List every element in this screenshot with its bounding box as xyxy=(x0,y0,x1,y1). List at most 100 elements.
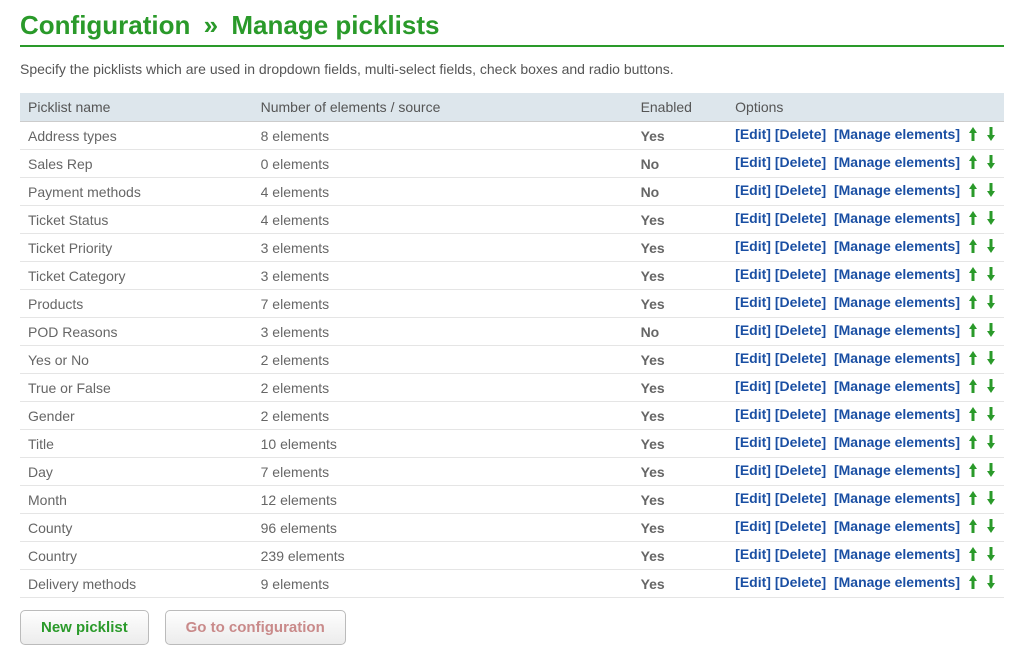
manage-elements-link[interactable]: [Manage elements] xyxy=(834,546,960,562)
move-up-icon[interactable] xyxy=(968,518,978,537)
cell-name: Ticket Status xyxy=(20,206,253,234)
cell-options: [Edit] [Delete] [Manage elements] xyxy=(727,262,1004,290)
move-up-icon[interactable] xyxy=(968,126,978,145)
delete-link[interactable]: [Delete] xyxy=(775,574,826,590)
edit-link[interactable]: [Edit] xyxy=(735,350,771,366)
edit-link[interactable]: [Edit] xyxy=(735,462,771,478)
move-up-icon[interactable] xyxy=(968,154,978,173)
delete-link[interactable]: [Delete] xyxy=(775,490,826,506)
manage-elements-link[interactable]: [Manage elements] xyxy=(834,518,960,534)
cell-options: [Edit] [Delete] [Manage elements] xyxy=(727,486,1004,514)
manage-elements-link[interactable]: [Manage elements] xyxy=(834,490,960,506)
edit-link[interactable]: [Edit] xyxy=(735,266,771,282)
table-row: Ticket Category3 elementsYes[Edit] [Dele… xyxy=(20,262,1004,290)
delete-link[interactable]: [Delete] xyxy=(775,518,826,534)
manage-elements-link[interactable]: [Manage elements] xyxy=(834,406,960,422)
cell-enabled: Yes xyxy=(633,514,728,542)
manage-elements-link[interactable]: [Manage elements] xyxy=(834,574,960,590)
manage-elements-link[interactable]: [Manage elements] xyxy=(834,350,960,366)
edit-link[interactable]: [Edit] xyxy=(735,182,771,198)
delete-link[interactable]: [Delete] xyxy=(775,546,826,562)
edit-link[interactable]: [Edit] xyxy=(735,406,771,422)
move-down-icon[interactable] xyxy=(986,322,996,341)
manage-elements-link[interactable]: [Manage elements] xyxy=(834,462,960,478)
delete-link[interactable]: [Delete] xyxy=(775,266,826,282)
move-up-icon[interactable] xyxy=(968,546,978,565)
edit-link[interactable]: [Edit] xyxy=(735,322,771,338)
move-down-icon[interactable] xyxy=(986,210,996,229)
manage-elements-link[interactable]: [Manage elements] xyxy=(834,154,960,170)
edit-link[interactable]: [Edit] xyxy=(735,434,771,450)
edit-link[interactable]: [Edit] xyxy=(735,574,771,590)
move-up-icon[interactable] xyxy=(968,462,978,481)
move-down-icon[interactable] xyxy=(986,546,996,565)
move-down-icon[interactable] xyxy=(986,266,996,285)
manage-elements-link[interactable]: [Manage elements] xyxy=(834,266,960,282)
move-down-icon[interactable] xyxy=(986,574,996,593)
cell-options: [Edit] [Delete] [Manage elements] xyxy=(727,290,1004,318)
move-down-icon[interactable] xyxy=(986,350,996,369)
breadcrumb-configuration[interactable]: Configuration xyxy=(20,10,190,40)
move-down-icon[interactable] xyxy=(986,518,996,537)
move-up-icon[interactable] xyxy=(968,574,978,593)
delete-link[interactable]: [Delete] xyxy=(775,126,826,142)
intro-text: Specify the picklists which are used in … xyxy=(20,61,1004,77)
delete-link[interactable]: [Delete] xyxy=(775,238,826,254)
move-up-icon[interactable] xyxy=(968,266,978,285)
delete-link[interactable]: [Delete] xyxy=(775,154,826,170)
cell-name: County xyxy=(20,514,253,542)
go-to-configuration-button[interactable]: Go to configuration xyxy=(165,610,346,645)
manage-elements-link[interactable]: [Manage elements] xyxy=(834,294,960,310)
move-down-icon[interactable] xyxy=(986,490,996,509)
manage-elements-link[interactable]: [Manage elements] xyxy=(834,210,960,226)
move-down-icon[interactable] xyxy=(986,294,996,313)
manage-elements-link[interactable]: [Manage elements] xyxy=(834,434,960,450)
delete-link[interactable]: [Delete] xyxy=(775,378,826,394)
delete-link[interactable]: [Delete] xyxy=(775,182,826,198)
new-picklist-button[interactable]: New picklist xyxy=(20,610,149,645)
manage-elements-link[interactable]: [Manage elements] xyxy=(834,322,960,338)
delete-link[interactable]: [Delete] xyxy=(775,210,826,226)
move-down-icon[interactable] xyxy=(986,406,996,425)
move-down-icon[interactable] xyxy=(986,182,996,201)
move-up-icon[interactable] xyxy=(968,182,978,201)
delete-link[interactable]: [Delete] xyxy=(775,322,826,338)
move-up-icon[interactable] xyxy=(968,490,978,509)
cell-options: [Edit] [Delete] [Manage elements] xyxy=(727,402,1004,430)
move-up-icon[interactable] xyxy=(968,406,978,425)
edit-link[interactable]: [Edit] xyxy=(735,546,771,562)
move-down-icon[interactable] xyxy=(986,378,996,397)
move-up-icon[interactable] xyxy=(968,238,978,257)
manage-elements-link[interactable]: [Manage elements] xyxy=(834,182,960,198)
move-up-icon[interactable] xyxy=(968,350,978,369)
table-row: Ticket Status4 elementsYes[Edit] [Delete… xyxy=(20,206,1004,234)
edit-link[interactable]: [Edit] xyxy=(735,378,771,394)
move-down-icon[interactable] xyxy=(986,238,996,257)
edit-link[interactable]: [Edit] xyxy=(735,126,771,142)
move-up-icon[interactable] xyxy=(968,210,978,229)
move-up-icon[interactable] xyxy=(968,378,978,397)
edit-link[interactable]: [Edit] xyxy=(735,490,771,506)
edit-link[interactable]: [Edit] xyxy=(735,294,771,310)
move-down-icon[interactable] xyxy=(986,126,996,145)
cell-elements: 4 elements xyxy=(253,206,633,234)
edit-link[interactable]: [Edit] xyxy=(735,154,771,170)
move-down-icon[interactable] xyxy=(986,154,996,173)
page-title: Configuration » Manage picklists xyxy=(20,10,1004,47)
manage-elements-link[interactable]: [Manage elements] xyxy=(834,378,960,394)
manage-elements-link[interactable]: [Manage elements] xyxy=(834,126,960,142)
delete-link[interactable]: [Delete] xyxy=(775,434,826,450)
delete-link[interactable]: [Delete] xyxy=(775,406,826,422)
edit-link[interactable]: [Edit] xyxy=(735,210,771,226)
edit-link[interactable]: [Edit] xyxy=(735,238,771,254)
manage-elements-link[interactable]: [Manage elements] xyxy=(834,238,960,254)
move-up-icon[interactable] xyxy=(968,294,978,313)
delete-link[interactable]: [Delete] xyxy=(775,294,826,310)
edit-link[interactable]: [Edit] xyxy=(735,518,771,534)
move-up-icon[interactable] xyxy=(968,434,978,453)
delete-link[interactable]: [Delete] xyxy=(775,350,826,366)
move-down-icon[interactable] xyxy=(986,462,996,481)
move-up-icon[interactable] xyxy=(968,322,978,341)
move-down-icon[interactable] xyxy=(986,434,996,453)
delete-link[interactable]: [Delete] xyxy=(775,462,826,478)
